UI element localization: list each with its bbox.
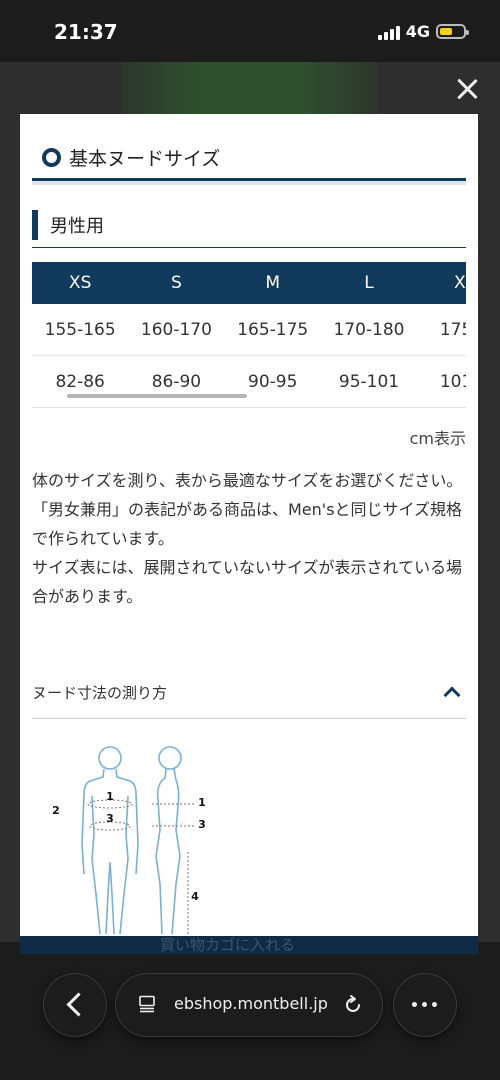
ring-bullet-icon (42, 148, 61, 167)
title-divider-shadow (32, 181, 466, 185)
table-cell: 101-1 (417, 355, 466, 408)
size-header: M (224, 262, 321, 304)
modal-title: 基本ヌードサイズ (69, 148, 221, 170)
table-cell: 86-90 (128, 355, 225, 408)
size-header: S (128, 262, 225, 304)
size-guide-modal: 基本ヌードサイズ 男性用 XS S M L XL 155-165 160-170 (20, 114, 478, 936)
figure-label: 4 (191, 890, 199, 903)
table-cell: 90-95 (224, 355, 321, 408)
table-cell: 95-101 (320, 355, 418, 408)
url-text: ebshop.montbell.jp (174, 994, 328, 1013)
section-header: 男性用 (32, 210, 104, 240)
horizontal-scrollbar[interactable] (67, 394, 247, 398)
table-cell: 175-1 (417, 304, 466, 356)
table-cell: 165-175 (224, 304, 321, 356)
signal-icon (377, 24, 400, 40)
add-to-cart-label: 買い物カゴに入れる (160, 936, 296, 954)
table-cell: 170-180 (320, 304, 418, 356)
more-options-button[interactable] (394, 974, 456, 1036)
figure-label: 1 (106, 790, 114, 803)
table-header-row: XS S M L XL (32, 262, 466, 304)
back-arrow-icon (66, 992, 91, 1017)
description-line: サイズ表には、展開されていないサイズが表示されている場合があります。 (32, 558, 463, 606)
section-marker (32, 210, 38, 240)
table-cell: 82-86 (32, 355, 129, 408)
description-line: 体のサイズを測り、表から最適なサイズをお選びください。 (32, 471, 463, 490)
size-table: XS S M L XL 155-165 160-170 165-175 170-… (32, 262, 466, 408)
table-cell: 160-170 (128, 304, 225, 356)
size-header: L (320, 262, 418, 304)
size-table-scroll[interactable]: XS S M L XL 155-165 160-170 165-175 170-… (32, 262, 466, 408)
status-time: 21:37 (54, 20, 118, 44)
reader-mode-icon[interactable] (138, 995, 156, 1013)
unit-note: cm表示 (409, 429, 466, 448)
section-divider (32, 247, 466, 248)
measurement-accordion-header[interactable]: ヌード寸法の測り方 (32, 666, 466, 719)
back-button[interactable] (44, 974, 106, 1036)
table-cell: 155-165 (32, 304, 129, 356)
figure-label: 2 (52, 804, 60, 817)
section-title: 男性用 (50, 216, 104, 237)
modal-header: 基本ヌードサイズ (42, 144, 220, 171)
battery-icon (436, 24, 469, 39)
description-line: 「男女兼用」の表記がある商品は、Men'sと同じサイズ規格で作られています。 (32, 500, 463, 548)
chevron-up-icon[interactable] (443, 686, 461, 704)
more-dots-icon (412, 1002, 437, 1007)
close-icon[interactable] (452, 74, 482, 104)
reload-icon[interactable] (342, 994, 364, 1016)
network-type: 4G (405, 22, 430, 41)
accordion-label: ヌード寸法の測り方 (32, 683, 168, 702)
add-to-cart-bar[interactable]: 買い物カゴに入れる (20, 936, 478, 954)
status-indicators: 4G (377, 22, 469, 41)
body-measurement-figure: 1 2 3 1 3 4 (52, 746, 206, 936)
figure-label: 1 (198, 796, 206, 809)
figure-label: 3 (106, 812, 114, 825)
product-image (122, 62, 378, 114)
size-header: XL (417, 262, 466, 304)
table-row: 82-86 86-90 90-95 95-101 101-1 (32, 355, 466, 408)
table-row: 155-165 160-170 165-175 170-180 175-1 (32, 304, 466, 356)
size-description: 体のサイズを測り、表から最適なサイズをお選びください。 「男女兼用」の表記がある… (32, 466, 466, 611)
address-bar[interactable]: ebshop.montbell.jp (116, 974, 382, 1036)
status-bar: 21:37 4G (0, 0, 500, 62)
figure-label: 3 (198, 818, 206, 831)
size-header: XS (32, 262, 129, 304)
browser-toolbar: ebshop.montbell.jp (0, 954, 500, 1080)
